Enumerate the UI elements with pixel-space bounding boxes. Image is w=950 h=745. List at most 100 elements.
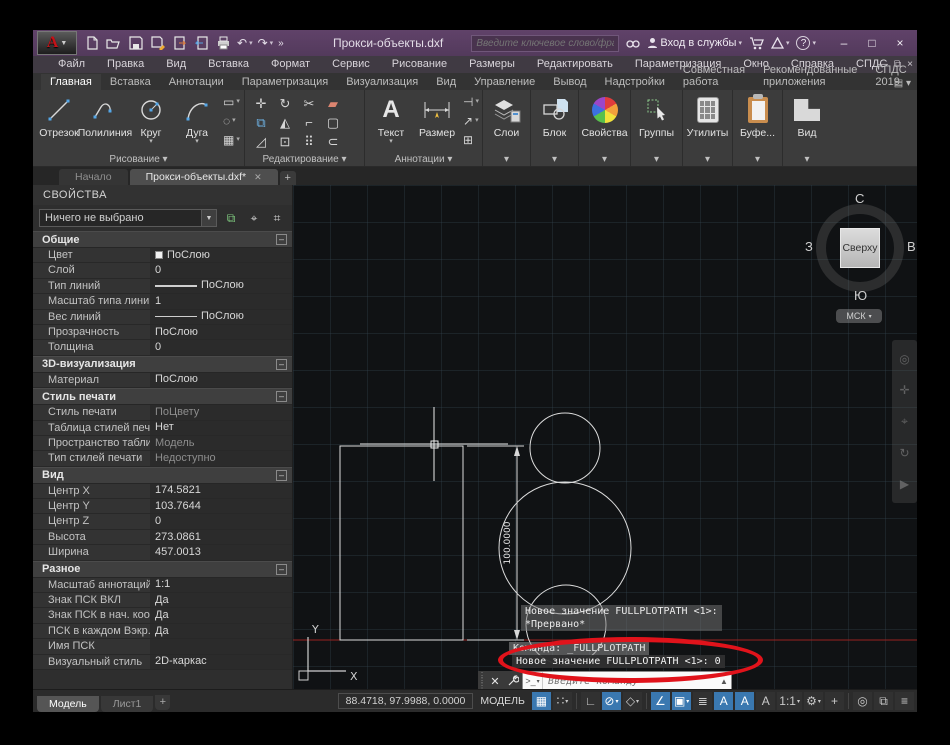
property-row[interactable]: Ширина457.0013: [33, 545, 292, 560]
collapse-icon[interactable]: –: [276, 234, 287, 245]
menu-tools[interactable]: Сервис: [321, 56, 381, 73]
chevron-down-icon[interactable]: ▾: [149, 139, 153, 145]
menu-file[interactable]: Файл: [47, 56, 96, 73]
layers-button[interactable]: Слои: [485, 92, 529, 141]
grid-toggle[interactable]: ▦: [532, 692, 551, 710]
dimension-button[interactable]: Размер: [415, 92, 459, 141]
osnap-tracking-toggle[interactable]: ∠: [651, 692, 670, 710]
add-layout-button[interactable]: +: [155, 695, 170, 710]
fillet-button[interactable]: ⌐: [297, 113, 321, 132]
property-row[interactable]: Пространство табли...Модель: [33, 436, 292, 451]
new-tab-button[interactable]: +: [280, 171, 296, 185]
drawing-canvas[interactable]: 100.0000 Y: [293, 185, 917, 689]
ribbon-tab-parametric[interactable]: Параметризация: [233, 74, 337, 90]
arc-button[interactable]: Дуга ▾: [175, 92, 219, 147]
collapse-icon[interactable]: –: [276, 470, 287, 481]
file-tab-document[interactable]: Прокси-объекты.dxf* ✕: [130, 169, 278, 185]
app-menu-button[interactable]: A ▼: [37, 31, 77, 55]
save-button[interactable]: [127, 35, 144, 52]
minimize-button[interactable]: –: [831, 33, 857, 53]
property-row[interactable]: Имя ПСК: [33, 639, 292, 654]
menu-dimension[interactable]: Размеры: [458, 56, 526, 73]
rectangle-entity[interactable]: [340, 446, 463, 640]
collapse-icon[interactable]: –: [276, 359, 287, 370]
share-menu[interactable]: ▾: [771, 37, 790, 49]
property-row[interactable]: Высота273.0861: [33, 530, 292, 545]
search-icon[interactable]: [626, 38, 640, 49]
property-row[interactable]: Стиль печатиПоЦвету: [33, 405, 292, 420]
panel-annotate-label[interactable]: Аннотации ▾: [365, 153, 482, 166]
panel-clipboard-expand[interactable]: ▾: [733, 153, 782, 166]
property-row[interactable]: Масштаб типа линий1: [33, 294, 292, 309]
layout-tab-sheet1[interactable]: Лист1: [101, 696, 154, 712]
menu-modify[interactable]: Редактировать: [526, 56, 624, 73]
panel-utilities-expand[interactable]: ▾: [683, 153, 732, 166]
property-row[interactable]: Толщина0: [33, 340, 292, 355]
property-row[interactable]: Таблица стилей печ...Нет: [33, 421, 292, 436]
navigation-bar[interactable]: ◎ ✛ ⌖ ↻ ▶: [892, 340, 917, 503]
signin-menu[interactable]: Вход в службы ▾: [647, 37, 742, 49]
collapse-icon[interactable]: –: [276, 564, 287, 575]
rectangle-tool-button[interactable]: ▭▾: [223, 94, 240, 110]
chevron-down-icon[interactable]: ▼: [201, 210, 216, 226]
viewcube-east[interactable]: В: [907, 239, 916, 254]
selection-dropdown[interactable]: Ничего не выбрано ▼: [39, 209, 217, 227]
property-row[interactable]: Визуальный стиль2D-каркас: [33, 655, 292, 670]
snap-toggle[interactable]: ∷▾: [553, 692, 572, 710]
section-general[interactable]: Общие –: [33, 231, 292, 248]
collapse-icon[interactable]: –: [276, 391, 287, 402]
dimension-text[interactable]: 100.0000: [503, 521, 513, 564]
orbit-icon[interactable]: ↻: [899, 446, 909, 460]
close-button[interactable]: ×: [887, 33, 913, 53]
showmotion-icon[interactable]: ▶: [900, 477, 909, 491]
circle-button[interactable]: Круг ▾: [129, 92, 173, 147]
annotation-scale-value[interactable]: 1:1▾: [777, 692, 802, 710]
annotation-autoscale-toggle[interactable]: А: [735, 692, 754, 710]
line-button[interactable]: Отрезок: [37, 92, 81, 141]
chevron-down-icon[interactable]: ▾: [195, 139, 199, 145]
expand-history-icon[interactable]: ▲: [717, 677, 731, 686]
isodraft-toggle[interactable]: ◇▾: [623, 692, 642, 710]
clean-screen-button[interactable]: ⧉: [874, 692, 893, 710]
save-to-web-button[interactable]: [193, 35, 210, 52]
isolate-objects-button[interactable]: ◎: [853, 692, 872, 710]
rotate-button[interactable]: ↻: [273, 94, 297, 113]
scale-button[interactable]: ⊡: [273, 132, 297, 151]
section-3d[interactable]: 3D-визуализация –: [33, 356, 292, 373]
osnap-toggle[interactable]: ▣▾: [672, 692, 691, 710]
undo-dropdown-icon[interactable]: ▾: [249, 39, 253, 47]
viewcube-west[interactable]: З: [805, 239, 813, 254]
utilities-button[interactable]: Утилиты: [686, 92, 730, 141]
stretch-button[interactable]: ◿: [249, 132, 273, 151]
move-button[interactable]: ✛: [249, 94, 273, 113]
leader-button[interactable]: ⊣▾: [463, 94, 479, 110]
panel-draw-label[interactable]: Рисование ▾: [33, 153, 244, 166]
panel-modify-label[interactable]: Редактирование ▾: [245, 153, 364, 166]
help-menu[interactable]: ?▾: [796, 36, 816, 50]
ribbon-tab-insert[interactable]: Вставка: [101, 74, 160, 90]
help-search-box[interactable]: [471, 35, 619, 52]
coordinates-readout[interactable]: 88.4718, 97.9988, 0.0000: [338, 693, 474, 709]
ribbon-tab-visualize[interactable]: Визуализация: [337, 74, 427, 90]
file-tab-start[interactable]: Начало: [59, 169, 128, 185]
customize-wrench-icon[interactable]: [504, 671, 522, 689]
properties-button[interactable]: Свойства: [583, 92, 627, 141]
property-row[interactable]: ЦветПоСлою: [33, 248, 292, 263]
offset-button[interactable]: ⊂: [321, 132, 345, 151]
annotation-visibility-toggle[interactable]: А: [714, 692, 733, 710]
menu-draw[interactable]: Рисование: [381, 56, 458, 73]
section-view[interactable]: Вид –: [33, 467, 292, 484]
section-misc[interactable]: Разное –: [33, 561, 292, 578]
panel-groups-expand[interactable]: ▾: [631, 153, 682, 166]
undo-button[interactable]: ↶: [237, 35, 247, 52]
block-button[interactable]: Блок: [533, 92, 577, 141]
mirror-button[interactable]: ◭: [273, 113, 297, 132]
ribbon-tab-output[interactable]: Вывод: [544, 74, 595, 90]
close-command-icon[interactable]: ✕: [486, 671, 504, 689]
maximize-button[interactable]: □: [859, 33, 885, 53]
status-menu-button[interactable]: ≡: [895, 692, 914, 710]
property-row[interactable]: Центр Z0: [33, 514, 292, 529]
dock-grip[interactable]: ⋮⋮⋮: [478, 671, 486, 689]
layout-tab-model[interactable]: Модель: [37, 696, 99, 712]
property-row[interactable]: Центр X174.5821: [33, 484, 292, 499]
